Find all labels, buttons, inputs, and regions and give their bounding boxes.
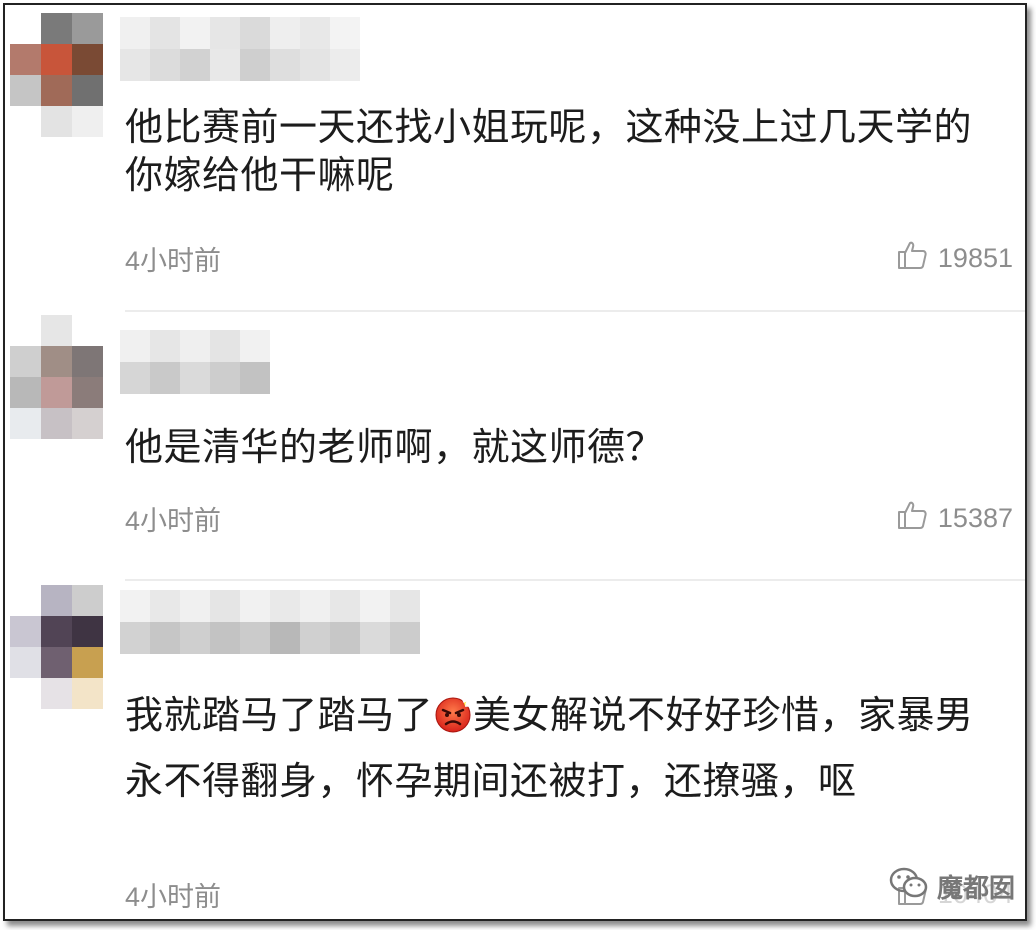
- avatar[interactable]: [10, 315, 103, 439]
- comment-time: 4小时前: [125, 882, 222, 912]
- like-count: 15387: [937, 503, 1013, 533]
- avatar[interactable]: [10, 13, 103, 137]
- thumbs-up-icon: [896, 499, 938, 538]
- like-button[interactable]: 19851: [896, 239, 1013, 278]
- comment-text: 他是清华的老师啊，就这师德？: [125, 425, 665, 469]
- angry-face-icon: [433, 691, 473, 751]
- thumbs-up-icon: [896, 239, 938, 278]
- comment-text: 他比赛前一天还找小姐玩呢，这种没上过几天学的你嫁给他干嘛呢: [125, 105, 973, 197]
- divider: [125, 310, 1025, 312]
- comment-text: 我就踏马了踏马了 美女解说不好好珍惜，家暴男永不得翻身，怀孕期间还被打，还撩骚，…: [125, 685, 995, 811]
- divider: [125, 579, 1025, 581]
- comment-time: 4小时前: [125, 506, 222, 536]
- comment-list: 他比赛前一天还找小姐玩呢，这种没上过几天学的你嫁给他干嘛呢 4小时前 19851: [3, 3, 1027, 921]
- username-blurred[interactable]: [120, 330, 270, 394]
- watermark-label: 魔都囡: [936, 874, 1015, 904]
- comment-text-part: 我就踏马了踏马了: [125, 693, 434, 737]
- wechat-icon: [889, 866, 929, 907]
- like-count: 19851: [937, 243, 1013, 273]
- watermark: 魔都囡: [889, 866, 1015, 907]
- comment-time: 4小时前: [125, 246, 222, 276]
- like-button[interactable]: 15387: [896, 499, 1013, 538]
- avatar[interactable]: [10, 585, 103, 709]
- username-blurred[interactable]: [120, 590, 420, 654]
- username-blurred[interactable]: [120, 17, 360, 81]
